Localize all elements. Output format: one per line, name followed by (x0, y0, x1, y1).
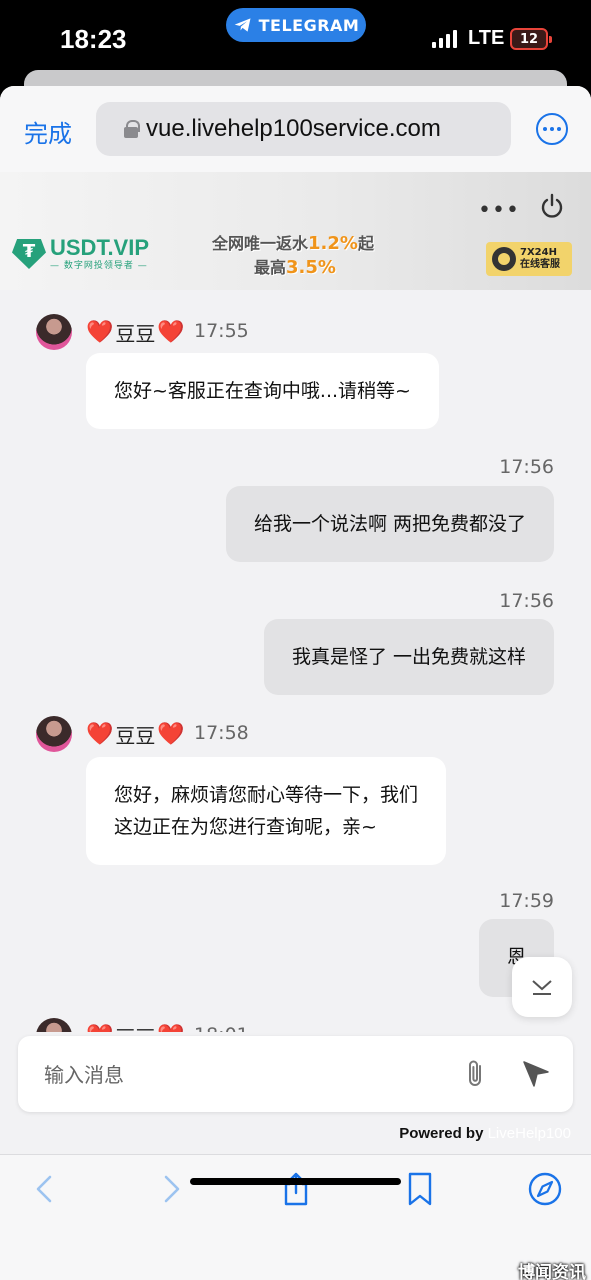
online-service-badge[interactable]: 7X24H 在线客服 (486, 242, 572, 276)
promo-suffix-1: 起 (357, 234, 374, 253)
bookmarks-icon[interactable] (402, 1171, 438, 1207)
telegram-icon (234, 18, 251, 32)
message-time: 18:01 (194, 1024, 249, 1032)
in-app-browser: 完成 vue.livehelp100service.com ••• ₮ USDT… (0, 86, 591, 1280)
agent-name: ❤️豆豆❤️ (86, 320, 185, 346)
heart-icon: ❤️ (157, 722, 185, 747)
browser-toolbar (0, 1154, 591, 1280)
logo-subtitle: — 数字网投领导者 — (50, 261, 148, 271)
heart-icon: ❤️ (157, 1024, 184, 1032)
service-label: 在线客服 (520, 259, 560, 270)
user-message-bubble: 给我一个说法啊 两把免费都没了 (225, 486, 554, 562)
agent-name: ❤️豆豆❤️ (86, 722, 185, 748)
logo-text: USDT.VIP (50, 235, 150, 260)
url-text: vue.livehelp100service.com (146, 115, 441, 142)
agent-avatar (36, 314, 72, 350)
forward-icon[interactable] (152, 1171, 188, 1207)
compass-icon[interactable] (527, 1171, 563, 1207)
message-input[interactable] (44, 1060, 424, 1090)
more-options-button[interactable] (536, 113, 568, 145)
message-time: 17:59 (499, 890, 554, 912)
heart-icon: ❤️ (86, 1024, 113, 1032)
status-time: 18:23 (60, 24, 127, 54)
ellipsis-menu-icon[interactable]: ••• (478, 198, 520, 223)
chevron-down-icon (532, 980, 552, 995)
powered-by: Powered by LiveHelp100 (399, 1125, 571, 1142)
power-icon[interactable] (538, 192, 566, 220)
message-composer (18, 1036, 573, 1112)
share-icon[interactable] (278, 1171, 314, 1207)
promo-text-1: 全网唯一返水 (212, 234, 309, 253)
agent-name: ❤️豆豆❤️ (86, 1022, 185, 1032)
send-icon[interactable] (520, 1058, 552, 1090)
service-hours: 7X24H (520, 247, 557, 258)
heart-icon: ❤️ (86, 320, 114, 345)
heart-icon: ❤️ (157, 320, 185, 345)
message-time: 17:58 (194, 722, 249, 744)
chat-thread[interactable]: ❤️ 豆豆 ❤️ 17:55 您好~客服正在查询中哦...请稍等~ 17:56 给我… (0, 290, 591, 1032)
watermark: 博闻资讯 (518, 1263, 586, 1280)
powered-brand[interactable]: LiveHelp100 (488, 1125, 571, 1142)
message-time: 17:56 (499, 456, 554, 478)
lock-icon (124, 120, 140, 138)
scroll-to-bottom-button[interactable] (512, 957, 572, 1017)
battery-level: 12 (519, 31, 539, 47)
cellular-signal-icon (432, 30, 457, 48)
heart-icon: ❤️ (86, 722, 114, 747)
telegram-return-pill[interactable]: TELEGRAM (226, 8, 366, 42)
url-field[interactable]: vue.livehelp100service.com (96, 102, 511, 156)
back-icon[interactable] (28, 1171, 64, 1207)
paperclip-icon[interactable] (462, 1058, 488, 1090)
network-type: LTE (468, 27, 505, 49)
telegram-label: TELEGRAM (258, 15, 360, 35)
agent-avatar (36, 1018, 72, 1032)
home-indicator (190, 1178, 401, 1185)
agent-message-bubble: 您好，麻烦请您耐心等待一下，我们 这边正在为您进行查询呢，亲~ (86, 757, 447, 865)
promo-text-2: 最高 (254, 258, 287, 277)
user-message-bubble: 我真是怪了 一出免费就这样 (263, 619, 554, 695)
promo-value-1: 1.2% (308, 233, 358, 254)
customer-service-icon (492, 247, 516, 271)
status-bar: 18:23 TELEGRAM LTE 12 (0, 0, 591, 80)
battery-icon: 12 (510, 28, 552, 50)
promo-text: 全网唯一返水1.2%起 最高3.5% (212, 232, 374, 280)
promo-value-2: 3.5% (286, 257, 336, 278)
tether-icon: ₮ (12, 239, 46, 269)
message-time: 17:55 (194, 320, 249, 342)
site-banner: ••• ₮ USDT.VIP — 数字网投领导者 — 全网唯一返水1.2%起 最… (0, 172, 591, 290)
message-time: 17:56 (499, 590, 554, 612)
agent-avatar (36, 716, 72, 752)
usdt-logo: ₮ USDT.VIP — 数字网投领导者 — (12, 236, 149, 272)
browser-header: 完成 vue.livehelp100service.com (0, 86, 591, 172)
agent-message-bubble: 您好~客服正在查询中哦...请稍等~ (86, 353, 439, 429)
done-button[interactable]: 完成 (24, 114, 72, 149)
